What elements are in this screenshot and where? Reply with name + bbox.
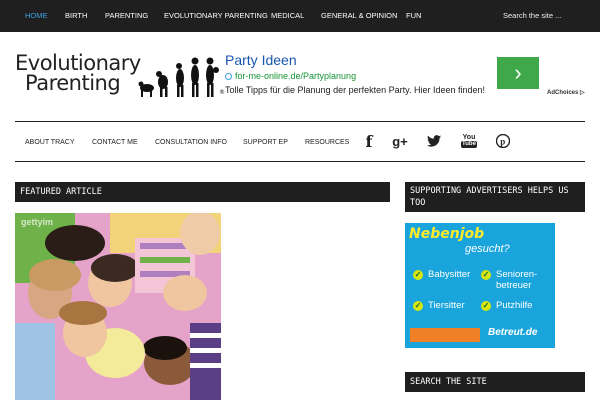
facebook-icon[interactable]: f bbox=[360, 132, 378, 151]
nav-item-general-opinion[interactable]: GENERAL & OPINION bbox=[321, 0, 397, 32]
image-watermark: gettyim bbox=[21, 217, 54, 227]
ad-url-link[interactable]: for-me-online.de/Partyplanung bbox=[225, 71, 356, 81]
ad-title-link[interactable]: Party Ideen bbox=[225, 52, 297, 68]
google-plus-icon[interactable]: g+ bbox=[391, 132, 409, 150]
nav-item-fun[interactable]: FUN bbox=[406, 0, 421, 32]
subnav-item-consultation-info[interactable]: CONSULTATION INFO bbox=[155, 126, 227, 160]
subnav-bottom-divider bbox=[15, 161, 585, 162]
nav-item-birth[interactable]: BIRTH bbox=[65, 0, 87, 32]
adchoices-link[interactable]: AdChoices ▷ bbox=[547, 89, 585, 96]
advert-subtitle: gesucht? bbox=[465, 243, 510, 255]
sidebar-advert-banner[interactable]: Nebenjob gesucht? ✓ Babysitter ✓ Seniore… bbox=[405, 223, 555, 348]
top-navigation: HOME BIRTH PARENTING EVOLUTIONARY PARENT… bbox=[0, 0, 600, 32]
advert-item-putzhilfe: Putzhilfe bbox=[496, 300, 533, 311]
supporting-advertisers-heading: SUPPORTING ADVERTISERS HELPS US TOO bbox=[405, 182, 585, 212]
ad-description: Tolle Tipps für die Planung der perfekte… bbox=[225, 85, 485, 95]
logo-line-2: Parenting bbox=[25, 71, 121, 95]
subnav-item-contact-me[interactable]: CONTACT ME bbox=[92, 126, 138, 160]
youtube-icon[interactable]: You Tube bbox=[460, 132, 478, 150]
check-icon: ✓ bbox=[481, 301, 491, 311]
check-icon: ✓ bbox=[413, 270, 423, 280]
advert-cta-button[interactable] bbox=[410, 328, 480, 342]
pinterest-icon[interactable]: p bbox=[494, 132, 512, 150]
check-icon: ✓ bbox=[481, 270, 491, 280]
evolution-silhouette-icon: ® bbox=[138, 57, 225, 97]
advert-item-seniorenbetreuer: Senioren- betreuer bbox=[496, 269, 538, 291]
svg-text:p: p bbox=[500, 137, 505, 147]
featured-article-heading: FEATURED ARTICLE bbox=[15, 182, 390, 202]
ad-arrow-button[interactable]: › bbox=[497, 57, 539, 89]
check-icon: ✓ bbox=[413, 301, 423, 311]
advert-item-babysitter: Babysitter bbox=[428, 269, 471, 280]
nav-item-home[interactable]: HOME bbox=[25, 0, 48, 32]
search-input[interactable]: Search the site ... bbox=[503, 0, 561, 32]
nav-item-parenting[interactable]: PARENTING bbox=[105, 0, 148, 32]
ad-url-text: for-me-online.de/Partyplanung bbox=[235, 71, 357, 81]
featured-article-image[interactable]: gettyim bbox=[15, 213, 221, 400]
advert-brand: Betreut.de bbox=[488, 327, 538, 338]
twitter-icon[interactable] bbox=[425, 132, 443, 150]
advert-title: Nebenjob bbox=[409, 226, 485, 242]
text-ad: Party Ideen for-me-online.de/Partyplanun… bbox=[225, 52, 585, 102]
globe-icon bbox=[225, 73, 232, 80]
subnav-item-resources[interactable]: RESOURCES bbox=[305, 126, 349, 160]
search-the-site-heading: SEARCH THE SITE bbox=[405, 372, 585, 392]
subnav-top-divider bbox=[15, 121, 585, 122]
children-photo bbox=[15, 213, 221, 400]
advert-item-tiersitter: Tiersitter bbox=[428, 300, 465, 311]
nav-item-evolutionary-parenting[interactable]: EVOLUTIONARY PARENTING bbox=[164, 0, 268, 32]
subnav-item-about-tracy[interactable]: ABOUT TRACY bbox=[25, 126, 75, 160]
subnav-item-support-ep[interactable]: SUPPORT EP bbox=[243, 126, 288, 160]
nav-item-medical[interactable]: MEDICAL bbox=[271, 0, 304, 32]
site-logo[interactable]: Evolutionary Parenting ® bbox=[15, 52, 225, 98]
